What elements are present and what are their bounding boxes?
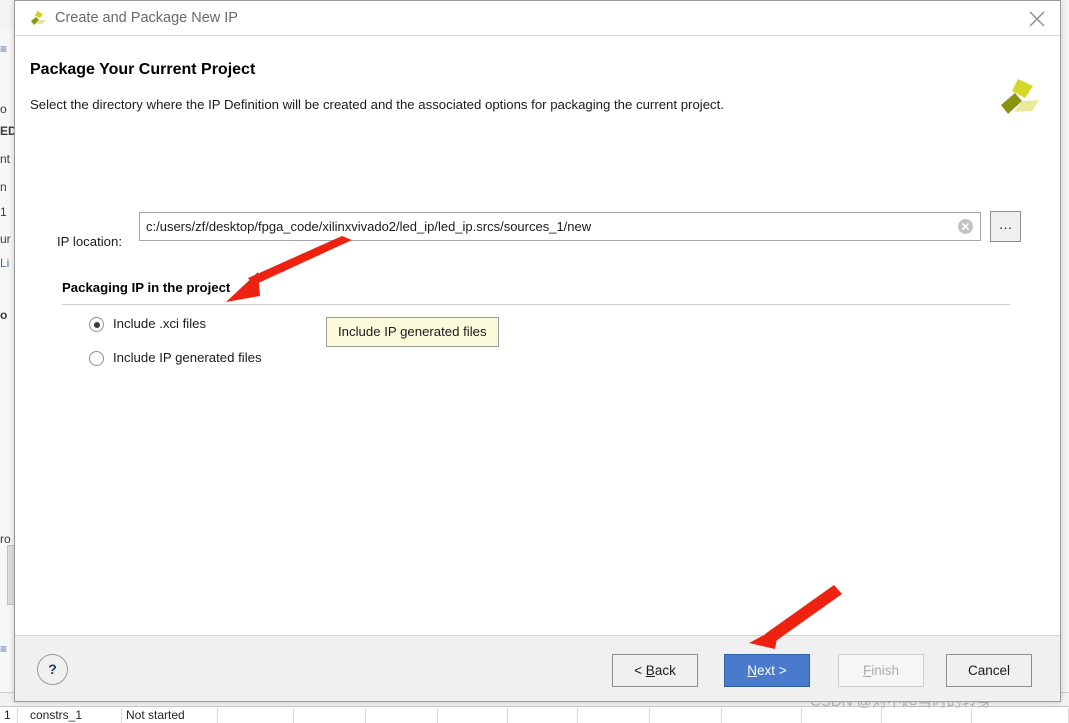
background-table-cell[interactable]: [508, 708, 578, 723]
ip-location-label: IP location:: [57, 234, 123, 249]
next-button-mnemonic: N: [747, 663, 758, 678]
background-table-cell[interactable]: [438, 708, 508, 723]
finish-button-mnemonic: F: [862, 663, 872, 678]
radio-button-icon: [89, 351, 104, 366]
divider: [62, 304, 1010, 305]
page-title: Package Your Current Project: [30, 61, 256, 78]
background-table-cell[interactable]: [578, 708, 650, 723]
finish-button: Finish: [838, 654, 924, 687]
ip-location-field[interactable]: [139, 212, 981, 241]
radio-button-icon: [89, 317, 104, 332]
cancel-button[interactable]: Cancel: [946, 654, 1032, 687]
background-table-cell[interactable]: Not started: [122, 708, 218, 723]
clear-circle-icon[interactable]: [957, 218, 974, 235]
background-table-cell[interactable]: constrs_1: [26, 708, 122, 723]
radio-label: Include .xci files: [113, 316, 207, 331]
background-table-cell[interactable]: [294, 708, 366, 723]
page-subtitle: Select the directory where the IP Defini…: [30, 97, 724, 112]
vivado-logo-icon: [27, 9, 47, 29]
back-button-label-pre: <: [634, 663, 646, 678]
packaging-group-title: Packaging IP in the project: [62, 280, 231, 295]
dialog-title: Create and Package New IP: [55, 10, 238, 26]
ellipsis-icon[interactable]: …: [990, 211, 1021, 242]
back-button-label-post: ack: [654, 663, 676, 678]
background-table-cell[interactable]: [366, 708, 438, 723]
background-table-cell[interactable]: [722, 708, 802, 723]
cancel-button-label: Cancel: [967, 663, 1011, 678]
create-and-package-new-ip-dialog: Create and Package New IP Package Your C…: [14, 0, 1061, 702]
question-mark-icon[interactable]: ?: [37, 654, 68, 685]
back-button[interactable]: < Back: [612, 654, 698, 687]
dialog-footer: ? < Back Next > Finish Cancel: [15, 635, 1060, 701]
close-icon[interactable]: [1014, 1, 1060, 35]
background-table-cell[interactable]: 1: [0, 708, 18, 723]
finish-button-label-post: inish: [871, 663, 899, 678]
ip-location-input[interactable]: [140, 213, 940, 240]
back-button-mnemonic: B: [645, 663, 655, 678]
dialog-body: Package Your Current Project Select the …: [15, 36, 1060, 635]
xilinx-logo-icon: [994, 76, 1040, 122]
background-table-cell[interactable]: [218, 708, 294, 723]
dialog-titlebar: Create and Package New IP: [15, 1, 1060, 36]
next-button[interactable]: Next >: [724, 654, 810, 687]
next-button-label-post: ext >: [757, 663, 787, 678]
radio-label: Include IP generated files: [113, 350, 262, 365]
tooltip-content: Include IP generated files: [326, 317, 499, 347]
background-table-cell[interactable]: [650, 708, 722, 723]
